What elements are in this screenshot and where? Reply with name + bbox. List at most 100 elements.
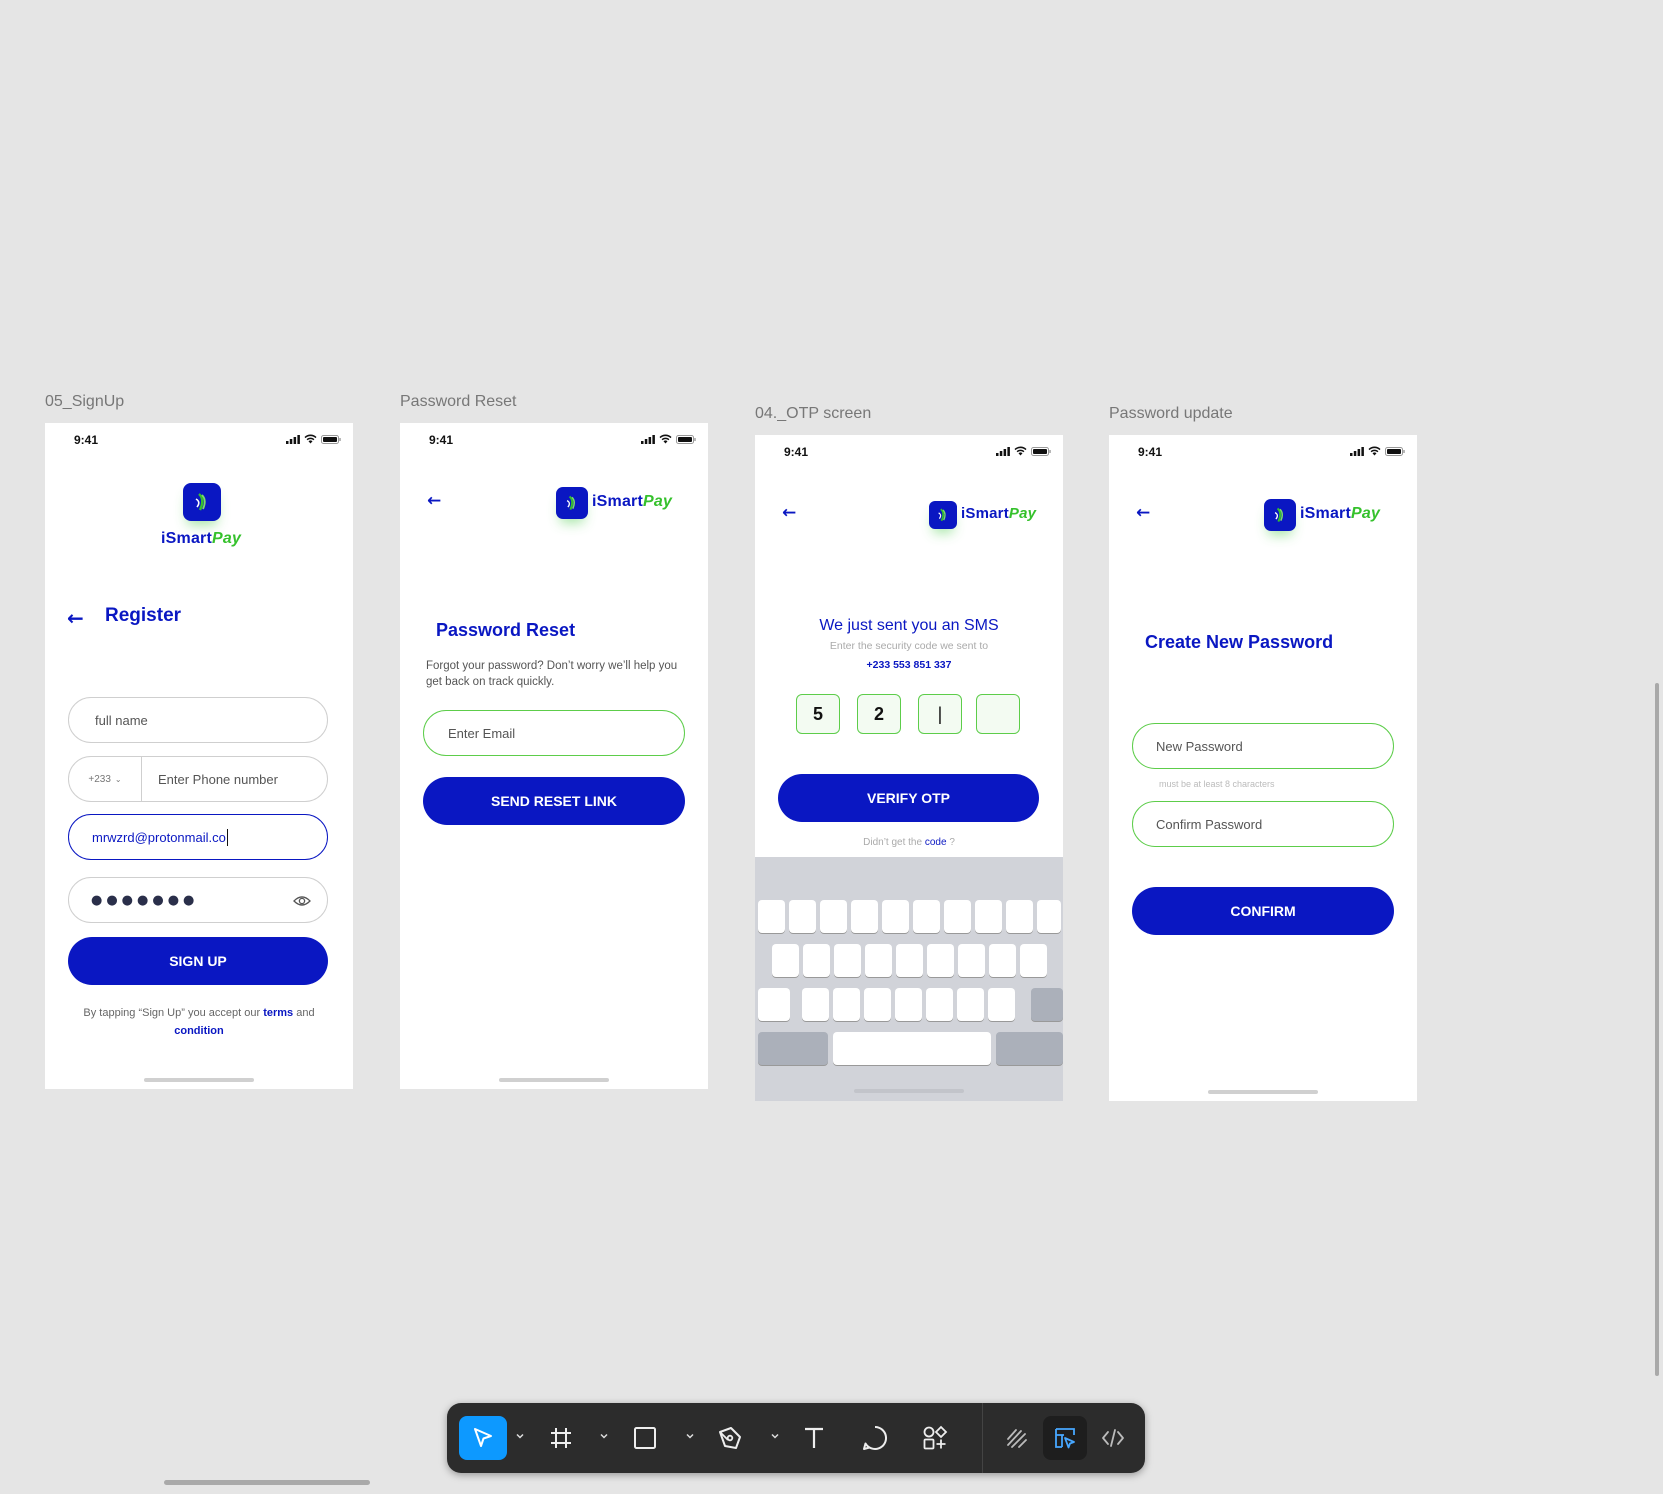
keyboard-key[interactable] <box>758 900 785 933</box>
app-wordmark: iSmartPay <box>961 505 1037 522</box>
numbers-key[interactable] <box>758 1032 828 1065</box>
email-input[interactable]: mrwzrd@protonmail.co <box>68 814 328 860</box>
shape-tool[interactable] <box>621 1416 669 1460</box>
full-name-input[interactable]: full name <box>68 697 328 743</box>
wifi-icon <box>659 434 672 444</box>
comment-tool[interactable] <box>851 1416 899 1460</box>
password-input[interactable]: ●●●●●●● <box>68 877 328 923</box>
rectangle-icon <box>634 1427 656 1449</box>
app-wordmark: iSmartPay <box>1300 505 1381 522</box>
condition-link[interactable]: condition <box>174 1025 224 1037</box>
otp-digit-box[interactable]: 2 <box>857 694 901 734</box>
keyboard-key[interactable] <box>851 900 878 933</box>
keyboard-key[interactable] <box>802 988 829 1021</box>
dev-mode[interactable] <box>1091 1416 1135 1460</box>
keyboard-key[interactable] <box>957 988 984 1021</box>
back-arrow-icon[interactable]: ← <box>427 491 441 511</box>
keyboard-key[interactable] <box>988 988 1015 1021</box>
eye-icon[interactable] <box>293 894 311 908</box>
phone-input[interactable]: Enter Phone number <box>142 772 278 787</box>
phone-field[interactable]: +233 ⌄ Enter Phone number <box>68 756 328 802</box>
keyboard-key[interactable] <box>772 944 799 977</box>
draw-squiggle-icon <box>1007 1429 1027 1448</box>
keyboard-key[interactable] <box>1020 944 1047 977</box>
confirm-password-input[interactable]: Confirm Password <box>1132 801 1394 847</box>
terms-link[interactable]: terms <box>263 1007 293 1019</box>
reset-subtitle: Forgot your password? Don’t worry we’ll … <box>426 660 678 688</box>
chevron-down-icon[interactable] <box>515 1431 525 1441</box>
back-arrow-icon[interactable]: ← <box>1136 503 1150 523</box>
return-key[interactable] <box>996 1032 1063 1065</box>
send-reset-link-button[interactable]: SEND RESET LINK <box>423 777 685 825</box>
keyboard-key[interactable] <box>865 944 892 977</box>
confirm-button[interactable]: CONFIRM <box>1132 887 1394 935</box>
status-time: 9:41 <box>784 445 809 459</box>
signup-button[interactable]: SIGN UP <box>68 937 328 985</box>
draw-mode[interactable] <box>995 1416 1039 1460</box>
frame-tool[interactable] <box>537 1416 585 1460</box>
space-key[interactable] <box>833 1032 991 1065</box>
keyboard-key[interactable] <box>820 900 847 933</box>
keyboard-key[interactable] <box>882 900 909 933</box>
keyboard-key[interactable] <box>803 944 830 977</box>
chevron-down-icon: ⌄ <box>114 774 122 784</box>
cursor-arrow-icon <box>474 1428 492 1447</box>
keyboard-key[interactable] <box>896 944 923 977</box>
horizontal-scrollbar[interactable] <box>164 1480 370 1485</box>
status-bar: 9:41 <box>755 435 1063 469</box>
keyboard-key[interactable] <box>1006 900 1033 933</box>
frame-label-update[interactable]: Password update <box>1109 405 1233 423</box>
otp-digit-box[interactable]: 5 <box>796 694 840 734</box>
email-input[interactable]: Enter Email <box>423 710 685 756</box>
keyboard-key[interactable] <box>834 944 861 977</box>
chevron-down-icon[interactable] <box>770 1431 780 1441</box>
keyboard-key[interactable] <box>989 944 1016 977</box>
status-time: 9:41 <box>429 433 454 447</box>
keyboard-key[interactable] <box>864 988 891 1021</box>
keyboard-key[interactable] <box>833 988 860 1021</box>
design-layout-icon <box>1055 1428 1075 1449</box>
battery-icon <box>676 434 696 444</box>
otp-digit-box[interactable] <box>976 694 1020 734</box>
keyboard-key[interactable] <box>789 900 816 933</box>
keyboard-key[interactable] <box>913 900 940 933</box>
status-time: 9:41 <box>1138 445 1163 459</box>
password-reset-screen: 9:41 ← iSmartPay Password Reset Forgot y… <box>400 423 708 1089</box>
frame-label-otp[interactable]: 04._OTP screen <box>755 405 871 423</box>
vertical-scrollbar[interactable] <box>1655 683 1659 1376</box>
move-tool[interactable] <box>459 1416 507 1460</box>
verify-otp-button[interactable]: VERIFY OTP <box>778 774 1039 822</box>
keyboard-key[interactable] <box>944 900 971 933</box>
delete-key[interactable] <box>1031 988 1063 1021</box>
chevron-down-icon[interactable] <box>599 1431 609 1441</box>
shapes-plus-icon <box>923 1425 948 1450</box>
signal-icon <box>996 446 1010 456</box>
back-arrow-icon[interactable]: ← <box>67 608 84 628</box>
home-indicator <box>1208 1090 1318 1094</box>
keyboard-key[interactable] <box>958 944 985 977</box>
back-arrow-icon[interactable]: ← <box>782 503 796 523</box>
toolbar-divider <box>982 1403 983 1473</box>
frame-label-signup[interactable]: 05_SignUp <box>45 393 124 411</box>
shift-key[interactable] <box>758 988 790 1021</box>
text-tool[interactable] <box>790 1416 838 1460</box>
page-title: Password Reset <box>436 620 576 640</box>
keyboard-key[interactable] <box>895 988 922 1021</box>
app-logo-icon <box>1264 499 1296 531</box>
keyboard-key[interactable] <box>926 988 953 1021</box>
keyboard-key[interactable] <box>927 944 954 977</box>
frame-label-reset[interactable]: Password Reset <box>400 393 517 411</box>
otp-digit-box-active[interactable]: | <box>918 694 962 734</box>
chevron-down-icon[interactable] <box>685 1431 695 1441</box>
keyboard-key[interactable] <box>975 900 1002 933</box>
keyboard-key[interactable] <box>1037 900 1061 933</box>
home-indicator <box>144 1078 254 1082</box>
country-code-select[interactable]: +233 ⌄ <box>69 757 142 801</box>
resend-code-link[interactable]: code <box>925 837 947 848</box>
pen-tool[interactable] <box>706 1416 754 1460</box>
otp-phone-number: +233 553 851 337 <box>866 659 952 671</box>
new-password-input[interactable]: New Password <box>1132 723 1394 769</box>
design-mode[interactable] <box>1043 1416 1087 1460</box>
resources-tool[interactable] <box>911 1416 959 1460</box>
password-mask: ●●●●●●● <box>91 892 199 908</box>
